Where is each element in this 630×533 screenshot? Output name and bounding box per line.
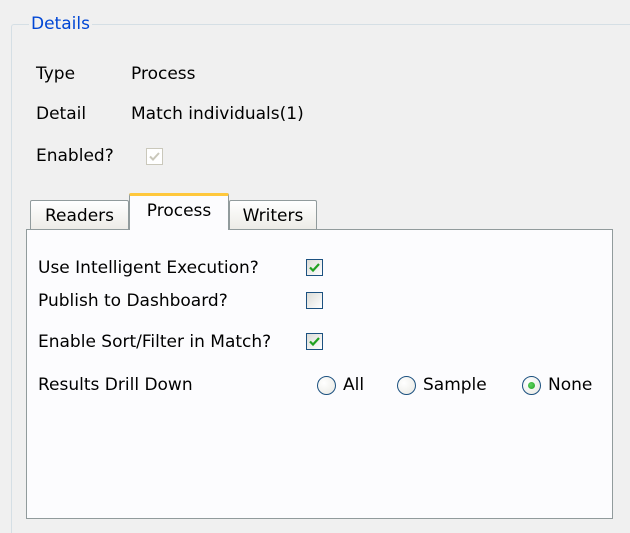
tab-readers[interactable]: Readers [30,200,129,230]
publish-dashboard-label: Publish to Dashboard? [38,291,228,311]
details-window: Details Type Process Detail Match indivi… [0,0,630,533]
check-mark-icon [149,152,160,161]
tab-process-label: Process [146,201,212,221]
intelligent-execution-checkbox[interactable] [306,259,323,276]
drill-down-radio-sample[interactable] [397,376,416,395]
drill-down-radio-all[interactable] [317,376,336,395]
detail-value: Match individuals(1) [131,104,304,124]
intelligent-execution-label: Use Intelligent Execution? [38,258,259,278]
tab-writers[interactable]: Writers [229,200,317,230]
tab-readers-label: Readers [44,206,115,226]
tab-writers-label: Writers [242,206,304,226]
enabled-checkbox[interactable] [146,148,163,165]
drill-down-option-none: None [548,375,593,395]
check-mark-icon [309,263,320,273]
type-value: Process [131,64,196,84]
enabled-label: Enabled? [36,146,114,166]
drill-down-radio-none[interactable] [522,376,541,395]
type-label: Type [36,64,76,84]
radio-selected-dot-icon [528,382,535,389]
sort-filter-checkbox[interactable] [306,333,323,350]
drill-down-option-sample: Sample [423,375,487,395]
drill-down-option-all: All [343,375,365,395]
publish-dashboard-checkbox[interactable] [306,292,323,309]
check-mark-icon [309,337,320,347]
tab-process[interactable]: Process [129,193,229,230]
results-drill-down-label: Results Drill Down [38,375,193,395]
sort-filter-label: Enable Sort/Filter in Match? [38,332,272,352]
process-tab-panel: Use Intelligent Execution? Publish to Da… [26,229,613,519]
details-group-title: Details [29,13,92,35]
detail-label: Detail [36,104,87,124]
